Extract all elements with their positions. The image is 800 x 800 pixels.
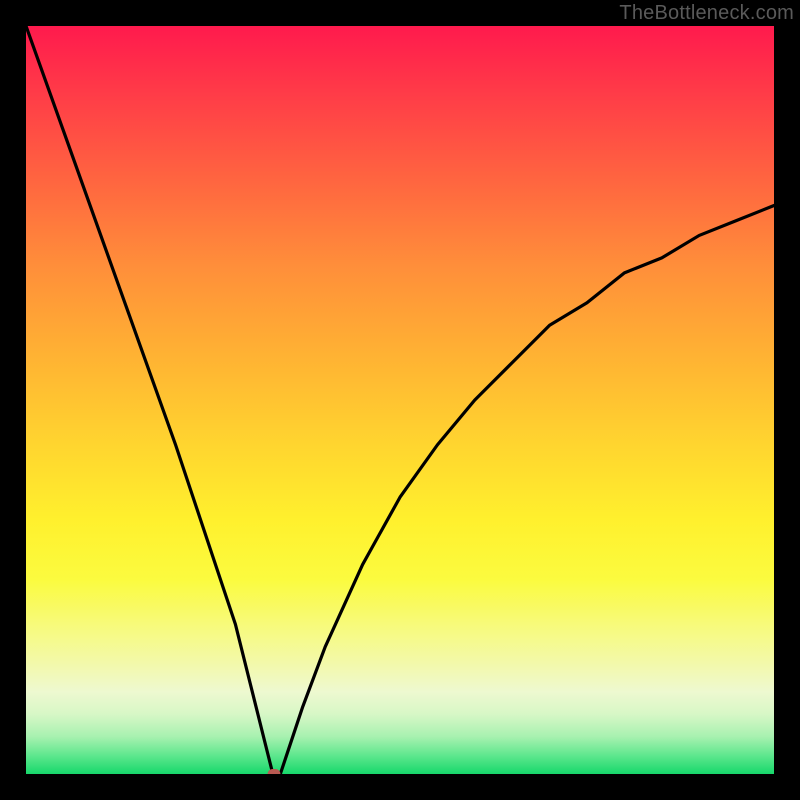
plot-area	[26, 26, 774, 774]
watermark-text: TheBottleneck.com	[619, 2, 794, 25]
chart-frame: { "watermark": "TheBottleneck.com", "cha…	[0, 0, 800, 800]
bottleneck-curve	[26, 26, 774, 774]
current-point-marker	[268, 769, 281, 774]
